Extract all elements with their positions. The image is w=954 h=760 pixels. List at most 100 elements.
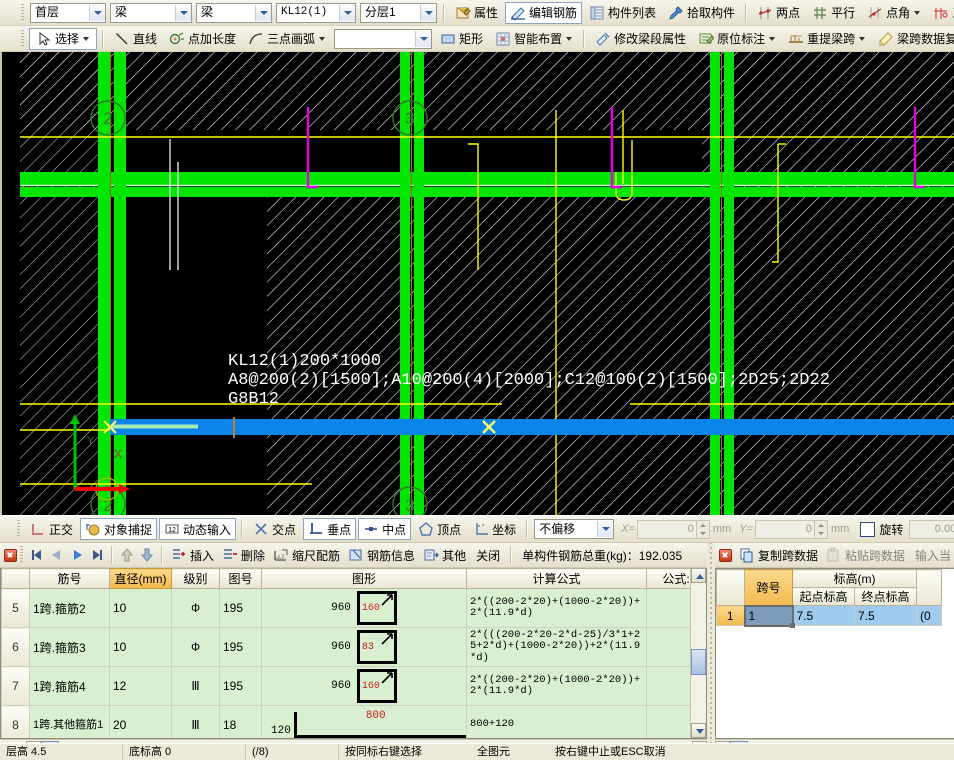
two-point-button[interactable]: 两点 bbox=[752, 2, 805, 24]
component-list-button[interactable]: 构件列表 bbox=[584, 2, 661, 24]
midpoint-button[interactable]: 中点 bbox=[358, 518, 411, 540]
row-grade[interactable]: Ф bbox=[172, 589, 220, 628]
object-snap-button[interactable]: 对象捕捉 bbox=[80, 518, 157, 540]
scale-rebar-button[interactable]: 缩尺配筋 bbox=[269, 545, 344, 565]
rebar-col-diameter[interactable]: 直径(mm) bbox=[110, 569, 172, 589]
chevron-down-icon[interactable] bbox=[859, 35, 866, 42]
intersection-button[interactable]: 交点 bbox=[248, 518, 301, 540]
prev-record-button[interactable] bbox=[47, 546, 67, 564]
toolbar-grip[interactable] bbox=[21, 4, 24, 22]
row-rebar-name[interactable]: 1跨.箍筋3 bbox=[30, 628, 110, 667]
chevron-down-icon[interactable] bbox=[914, 9, 921, 16]
offset-mode-select[interactable]: 不偏移 bbox=[534, 519, 614, 539]
row-start-elev[interactable]: 7.5 bbox=[793, 606, 855, 626]
row-rebar-name[interactable]: 1跨.箍筋2 bbox=[30, 589, 110, 628]
row-shape[interactable]: 960 83 bbox=[262, 628, 467, 667]
chevron-down-icon[interactable] bbox=[566, 35, 573, 42]
point-angle-button[interactable]: 点角 bbox=[862, 2, 926, 24]
row-grade[interactable]: Ⅲ bbox=[172, 706, 220, 740]
row-shape[interactable]: 960 160 bbox=[262, 667, 467, 706]
row-formula[interactable]: 2*((200-2*20)+(1000-2*20))+2*(11.9*d) bbox=[467, 589, 647, 628]
other-button[interactable]: 其他 bbox=[419, 545, 470, 565]
y-offset-stepper[interactable] bbox=[815, 520, 828, 539]
row-diameter[interactable]: 20 bbox=[110, 706, 172, 740]
floor-selector[interactable]: 首层 bbox=[30, 3, 106, 23]
chevron-down-icon[interactable] bbox=[597, 521, 613, 537]
row-drawing-no[interactable]: 18 bbox=[220, 706, 262, 740]
table-row[interactable]: 7 1跨.箍筋4 12 Ⅲ 195 960 160 bbox=[2, 667, 706, 706]
span-col-extra[interactable] bbox=[917, 570, 942, 606]
delete-row-button[interactable]: 删除 bbox=[218, 545, 269, 565]
span-col-end-elev[interactable]: 终点标高 bbox=[855, 588, 917, 606]
scroll-up-icon[interactable] bbox=[691, 568, 706, 583]
row-drawing-no[interactable]: 195 bbox=[220, 628, 262, 667]
perpendicular-button[interactable]: 垂点 bbox=[303, 518, 356, 540]
chevron-down-icon[interactable] bbox=[415, 31, 431, 47]
select-button[interactable]: 选择 bbox=[29, 28, 97, 50]
row-rebar-name[interactable]: 1跨.其他箍筋1 bbox=[30, 706, 110, 740]
span-col-span-no[interactable]: 跨号 bbox=[745, 570, 793, 606]
smart-layout-button[interactable]: 智能布置 bbox=[490, 28, 578, 50]
re-extract-span-button[interactable]: 重提梁跨 bbox=[783, 28, 871, 50]
row-diameter[interactable]: 10 bbox=[110, 628, 172, 667]
span-col-start-elev[interactable]: 起点标高 bbox=[793, 588, 855, 606]
span-col-index[interactable] bbox=[717, 570, 745, 606]
scrollbar-thumb[interactable] bbox=[691, 649, 706, 675]
rebar-col-drawing-no[interactable]: 图号 bbox=[220, 569, 262, 589]
cad-viewport[interactable]: 2 3 2 3 bbox=[2, 52, 954, 515]
toolbar-grip[interactable] bbox=[20, 546, 23, 564]
dynamic-input-button[interactable]: 12 动态输入 bbox=[159, 518, 236, 540]
close-panel-button[interactable]: 关闭 bbox=[470, 547, 506, 564]
ortho-button[interactable]: 正交 bbox=[25, 518, 78, 540]
rebar-col-index[interactable] bbox=[2, 569, 30, 589]
toolbar-grip[interactable] bbox=[21, 30, 24, 48]
vertex-button[interactable]: 顶点 bbox=[413, 518, 466, 540]
row-shape[interactable]: 120 800 bbox=[262, 706, 467, 740]
copy-span-data-button[interactable]: 复制跨数据 bbox=[735, 545, 822, 565]
rebar-col-shape[interactable]: 图形 bbox=[262, 569, 467, 589]
row-formula[interactable]: 2*((200-2*20)+(1000-2*20))+2*(11.9*d) bbox=[467, 667, 647, 706]
chevron-down-icon[interactable] bbox=[339, 5, 355, 21]
drawing-canvas[interactable]: 2 3 2 3 bbox=[0, 52, 954, 515]
rotate-checkbox[interactable] bbox=[860, 522, 875, 537]
three-point-axis-button[interactable]: 三点辅轴 bbox=[928, 2, 954, 24]
rebar-info-button[interactable]: 钢筋信息 bbox=[344, 545, 419, 565]
chevron-down-icon[interactable] bbox=[319, 35, 326, 42]
row-span-no[interactable]: 1 bbox=[745, 606, 793, 626]
move-up-button[interactable] bbox=[117, 546, 137, 564]
table-row[interactable]: 5 1跨.箍筋2 10 Ф 195 960 160 bbox=[2, 589, 706, 628]
chevron-down-icon[interactable] bbox=[83, 35, 90, 42]
last-record-button[interactable] bbox=[87, 546, 107, 564]
scroll-down-icon[interactable] bbox=[691, 723, 706, 738]
toolbar-grip[interactable] bbox=[17, 520, 20, 538]
rebar-col-formula[interactable]: 计算公式 bbox=[467, 569, 647, 589]
properties-button[interactable]: 属性 bbox=[450, 2, 503, 24]
row-drawing-no[interactable]: 195 bbox=[220, 589, 262, 628]
first-record-button[interactable] bbox=[27, 546, 47, 564]
coordinate-button[interactable]: 坐标 bbox=[468, 518, 521, 540]
close-icon[interactable] bbox=[4, 549, 17, 562]
copy-span-data-button[interactable]: 梁跨数据复制 bbox=[873, 28, 954, 50]
table-row[interactable]: 6 1跨.箍筋3 10 Ф 195 960 83 bbox=[2, 628, 706, 667]
three-point-arc-button[interactable]: 三点画弧 bbox=[243, 28, 331, 50]
component-name-selector[interactable]: KL12(1) bbox=[276, 3, 356, 23]
line-button[interactable]: 直线 bbox=[109, 28, 162, 50]
chevron-down-icon[interactable] bbox=[420, 5, 436, 21]
layer-selector[interactable]: 分层1 bbox=[360, 3, 437, 23]
chevron-down-icon[interactable] bbox=[89, 5, 105, 21]
rebar-table-vscrollbar[interactable] bbox=[690, 568, 706, 738]
row-formula[interactable]: 2*(((200-2*20-2*d-25)/3*1+25+2*d)+(1000-… bbox=[467, 628, 647, 667]
rectangle-button[interactable]: 矩形 bbox=[435, 28, 488, 50]
row-rebar-name[interactable]: 1跨.箍筋4 bbox=[30, 667, 110, 706]
modify-beam-segment-button[interactable]: 修改梁段属性 bbox=[590, 28, 691, 50]
original-annotation-button[interactable]: 原位标注 bbox=[693, 28, 781, 50]
row-grade[interactable]: Ⅲ bbox=[172, 667, 220, 706]
component-type-selector[interactable]: 梁 bbox=[110, 3, 192, 23]
row-shape[interactable]: 960 160 bbox=[262, 589, 467, 628]
row-extra[interactable]: (0 bbox=[917, 606, 942, 626]
chevron-down-icon[interactable] bbox=[175, 5, 191, 21]
move-down-button[interactable] bbox=[137, 546, 157, 564]
rebar-col-name[interactable]: 筋号 bbox=[30, 569, 110, 589]
chevron-down-icon[interactable] bbox=[255, 5, 271, 21]
rebar-col-grade[interactable]: 级别 bbox=[172, 569, 220, 589]
